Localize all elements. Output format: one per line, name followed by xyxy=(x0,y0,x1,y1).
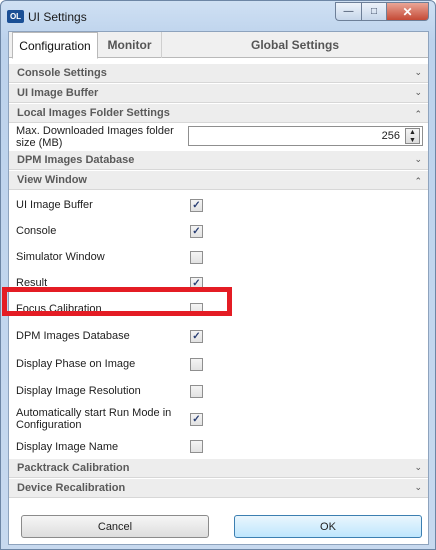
section-dpm-images-database[interactable]: DPM Images Database ⌄ xyxy=(9,151,428,170)
caption-buttons: — □ ✕ xyxy=(335,2,429,21)
section-view-window[interactable]: View Window ⌃ xyxy=(9,171,428,190)
view-item-display-resolution: Display Image Resolution xyxy=(9,378,428,404)
tab-strip: Configuration Monitor Global Settings xyxy=(9,32,428,59)
section-label: Packtrack Calibration xyxy=(17,462,130,474)
chevron-down-icon: ⌄ xyxy=(414,482,422,492)
title-bar[interactable]: OL UI Settings — □ ✕ xyxy=(1,1,435,31)
max-folder-size-value: 256 xyxy=(381,130,400,142)
console-checkbox[interactable]: ✓ xyxy=(190,224,203,238)
app-logo-icon: OL xyxy=(7,10,24,23)
section-label: Device Recalibration xyxy=(17,482,126,494)
size-spinner[interactable]: ▲ ▼ xyxy=(405,128,420,144)
spin-up-icon[interactable]: ▲ xyxy=(409,129,416,136)
section-packtrack-calibration[interactable]: Packtrack Calibration ⌄ xyxy=(9,459,428,478)
display-phase-checkbox[interactable] xyxy=(190,357,203,371)
maximize-button[interactable]: □ xyxy=(361,2,386,21)
display-image-name-checkbox[interactable] xyxy=(190,440,203,453)
option-label: UI Image Buffer xyxy=(16,199,93,211)
minimize-button[interactable]: — xyxy=(335,2,361,21)
cancel-button[interactable]: Cancel xyxy=(21,515,209,538)
chevron-up-icon: ⌃ xyxy=(414,176,422,186)
ui-settings-window: OL UI Settings — □ ✕ Configuration Monit… xyxy=(0,0,436,550)
option-label: DPM Images Database xyxy=(16,330,130,342)
section-label: View Window xyxy=(17,174,87,186)
view-item-display-phase: Display Phase on Image xyxy=(9,350,428,378)
chevron-down-icon: ⌄ xyxy=(414,87,422,97)
view-item-display-image-name: Display Image Name xyxy=(9,434,428,459)
option-label: Console xyxy=(16,225,57,237)
view-item-console: Console ✓ xyxy=(9,218,428,244)
window-title: UI Settings xyxy=(28,10,87,24)
option-label: Display Phase on Image xyxy=(16,358,136,370)
ok-button[interactable]: OK xyxy=(234,515,422,538)
view-item-simulator-window: Simulator Window xyxy=(9,244,428,270)
focus-calibration-highlight xyxy=(2,287,232,316)
tab-global-settings[interactable]: Global Settings xyxy=(162,32,428,58)
tab-configuration[interactable]: Configuration xyxy=(12,32,98,59)
chevron-down-icon: ⌄ xyxy=(414,462,422,472)
option-label: Automatically start Run Mode in Configur… xyxy=(16,407,172,431)
section-label: Console Settings xyxy=(17,67,107,79)
max-folder-size-label: Max. Downloaded Images folder size (MB) xyxy=(16,125,174,149)
max-folder-size-row: Max. Downloaded Images folder size (MB) … xyxy=(9,124,428,150)
section-ui-image-buffer[interactable]: UI Image Buffer ⌄ xyxy=(9,84,428,103)
close-button[interactable]: ✕ xyxy=(386,2,429,21)
section-label: DPM Images Database xyxy=(17,154,135,166)
label-line: size (MB) xyxy=(16,137,63,149)
view-item-ui-image-buffer: UI Image Buffer ✓ xyxy=(9,192,428,218)
chevron-up-icon: ⌃ xyxy=(414,109,422,119)
option-label: Display Image Name xyxy=(16,440,119,453)
chevron-down-icon: ⌄ xyxy=(414,67,422,77)
simulator-window-checkbox[interactable] xyxy=(190,250,203,264)
ui-image-buffer-checkbox[interactable]: ✓ xyxy=(190,198,203,212)
section-local-images-folder[interactable]: Local Images Folder Settings ⌃ xyxy=(9,104,428,123)
view-item-auto-run-mode: Automatically start Run Mode in Configur… xyxy=(9,404,428,434)
section-console-settings[interactable]: Console Settings ⌄ xyxy=(9,64,428,83)
section-label: Local Images Folder Settings xyxy=(17,107,170,119)
max-folder-size-input[interactable]: 256 ▲ ▼ xyxy=(188,126,423,146)
option-label: Display Image Resolution xyxy=(16,385,141,397)
spin-down-icon[interactable]: ▼ xyxy=(409,137,416,144)
view-item-dpm-images-database: DPM Images Database ✓ xyxy=(9,322,428,350)
section-device-recalibration[interactable]: Device Recalibration ⌄ xyxy=(9,479,428,498)
label-line: Max. Downloaded Images folder xyxy=(16,125,174,137)
tab-monitor[interactable]: Monitor xyxy=(98,32,162,58)
section-label: UI Image Buffer xyxy=(17,87,99,99)
option-label: Simulator Window xyxy=(16,251,105,263)
auto-run-mode-checkbox[interactable]: ✓ xyxy=(190,412,203,426)
display-resolution-checkbox[interactable] xyxy=(190,384,203,398)
chevron-down-icon: ⌄ xyxy=(414,154,422,164)
dpm-images-database-checkbox[interactable]: ✓ xyxy=(190,329,203,343)
